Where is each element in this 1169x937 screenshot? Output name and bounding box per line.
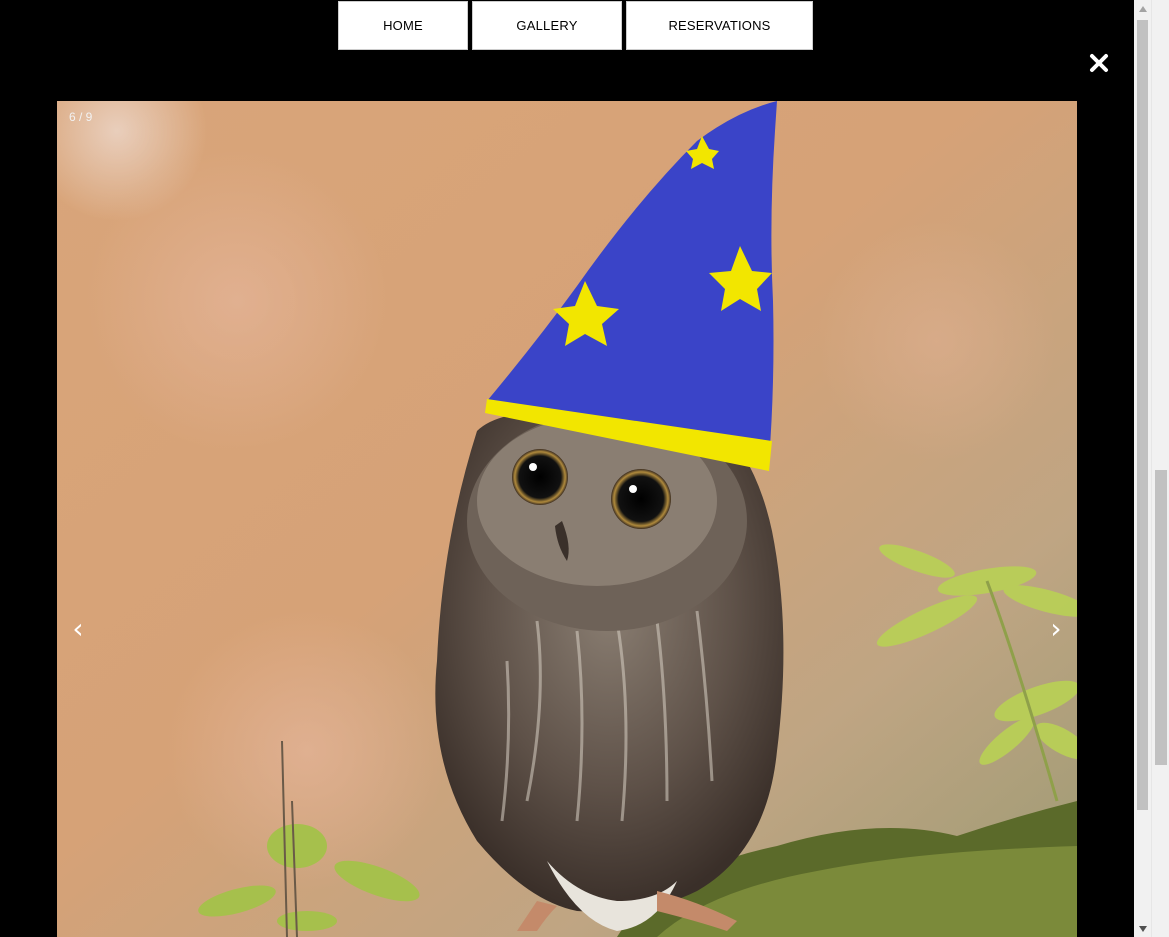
inner-scroll-thumb[interactable]: [1137, 20, 1148, 810]
chevron-right-icon: ›: [1050, 612, 1062, 645]
close-icon: [1090, 54, 1108, 72]
gallery-lightbox-page: HOME GALLERY RESERVATIONS 6 / 9 ‹ ›: [0, 0, 1169, 937]
page-scrollbar[interactable]: [1151, 0, 1169, 937]
chevron-left-icon: ‹: [72, 612, 84, 645]
scroll-up-arrow-icon[interactable]: [1134, 0, 1151, 17]
inner-scrollbar[interactable]: [1134, 0, 1151, 937]
previous-button[interactable]: ‹: [63, 612, 93, 646]
slide-counter: 6 / 9: [69, 110, 93, 124]
nav-home-button[interactable]: HOME: [338, 1, 468, 50]
lightbox-image: [57, 101, 1077, 937]
scroll-down-arrow-icon[interactable]: [1134, 920, 1151, 937]
owl-wizard-hat-photo: [57, 101, 1077, 937]
nav-reservations-button[interactable]: RESERVATIONS: [626, 1, 813, 50]
next-button[interactable]: ›: [1041, 612, 1071, 646]
nav-gallery-button[interactable]: GALLERY: [472, 1, 622, 50]
close-button[interactable]: [1088, 52, 1110, 74]
top-navigation: HOME GALLERY RESERVATIONS: [338, 1, 813, 50]
page-scroll-thumb[interactable]: [1155, 470, 1167, 765]
